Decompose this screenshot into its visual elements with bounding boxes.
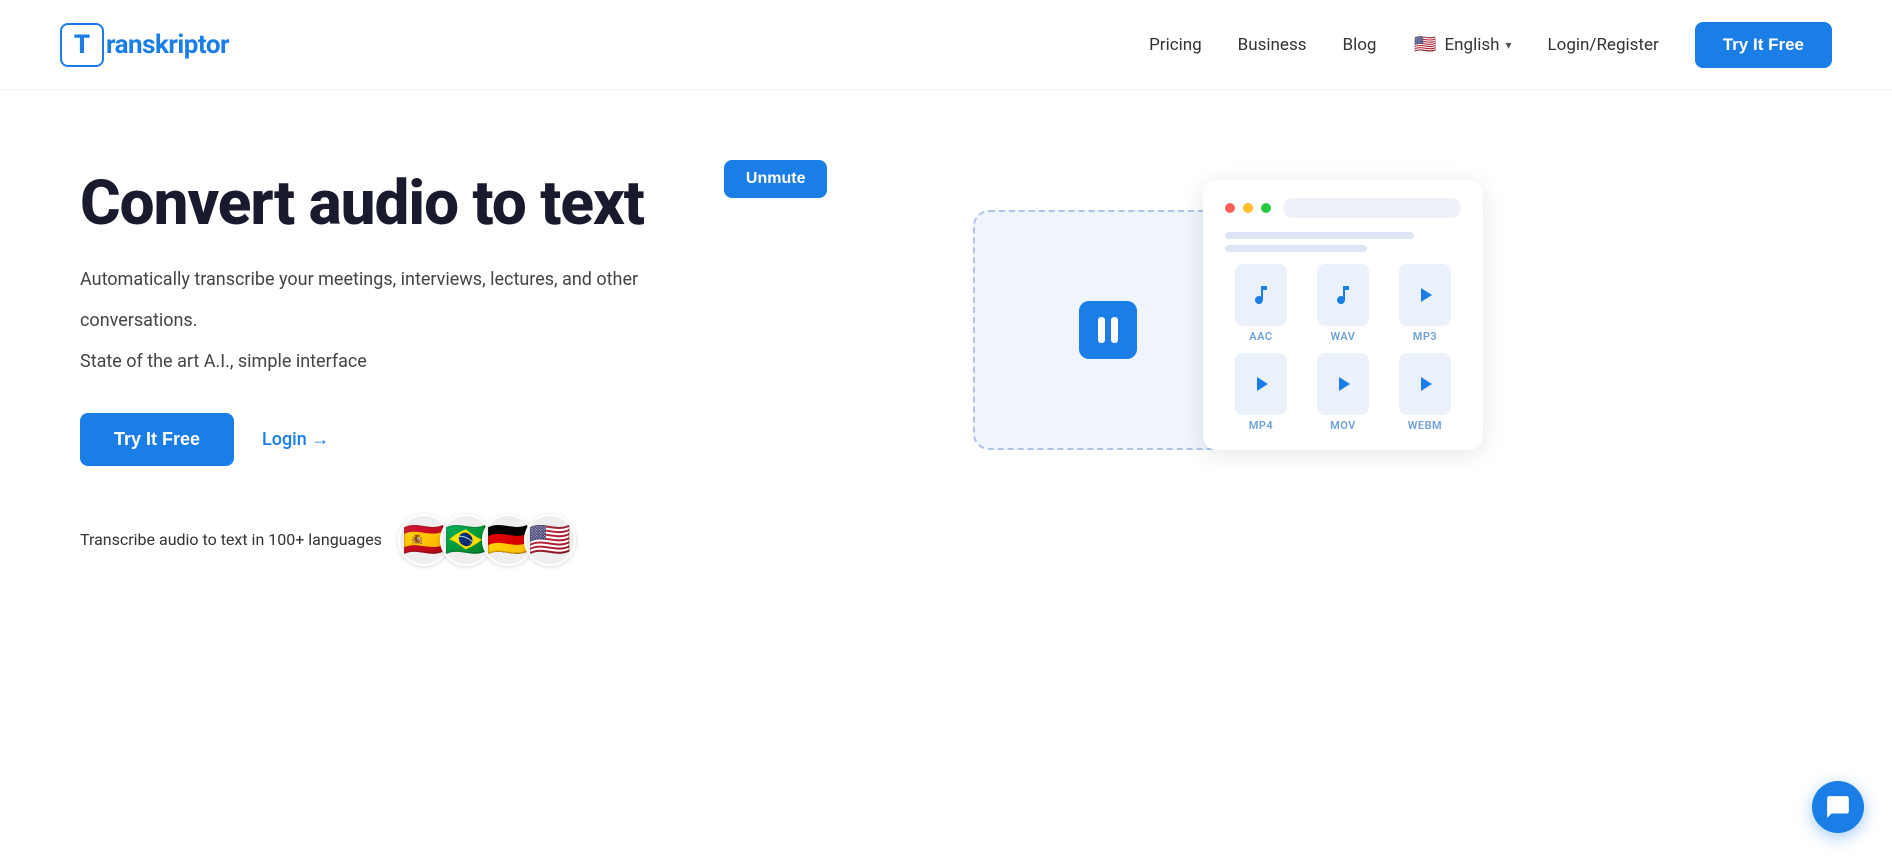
mov-icon	[1317, 353, 1369, 415]
webm-label: WEBM	[1408, 419, 1442, 432]
format-mp4: MP4	[1225, 353, 1297, 432]
hero-subtitle1: Automatically transcribe your meetings, …	[80, 266, 644, 295]
hero-illustration: Unmute	[644, 150, 1812, 450]
chat-icon	[1825, 794, 1851, 820]
pause-icon	[1098, 317, 1118, 343]
flags-group: 🇪🇸 🇧🇷 🇩🇪 🇺🇸	[398, 514, 576, 566]
formats-text-lines	[1225, 232, 1461, 252]
hero-subtitle2: conversations.	[80, 307, 644, 336]
mp3-label: MP3	[1413, 330, 1437, 343]
browser-dot-red	[1225, 203, 1235, 213]
nav-blog[interactable]: Blog	[1343, 35, 1377, 55]
nav-pricing[interactable]: Pricing	[1149, 35, 1202, 55]
logo-text: ranskriptor	[106, 30, 229, 60]
play-icon-mp3	[1413, 283, 1437, 307]
mp4-label: MP4	[1249, 419, 1273, 432]
play-icon-mov	[1331, 372, 1355, 396]
header: T ranskriptor Pricing Business Blog 🇺🇸 E…	[0, 0, 1892, 90]
chevron-down-icon: ▾	[1505, 38, 1511, 52]
languages-row: Transcribe audio to text in 100+ languag…	[80, 514, 644, 566]
logo-icon: T	[60, 23, 104, 67]
format-mp3: MP3	[1389, 264, 1461, 343]
browser-search-bar	[1283, 198, 1461, 218]
flag-usa: 🇺🇸	[524, 514, 576, 566]
hero-title: Convert audio to text	[80, 170, 644, 238]
aac-label: AAC	[1249, 330, 1272, 343]
logo[interactable]: T ranskriptor	[60, 23, 229, 67]
format-aac: AAC	[1225, 264, 1297, 343]
wav-label: WAV	[1330, 330, 1355, 343]
formats-grid: AAC WAV MP3	[1225, 264, 1461, 432]
pause-bar-left	[1098, 317, 1105, 343]
wav-icon	[1317, 264, 1369, 326]
language-label: English	[1444, 35, 1499, 55]
mov-label: MOV	[1330, 419, 1356, 432]
play-icon-webm	[1413, 372, 1437, 396]
format-mov: MOV	[1307, 353, 1379, 432]
hero-section: Convert audio to text Automatically tran…	[0, 90, 1892, 606]
browser-dot-green	[1261, 203, 1271, 213]
login-link-hero[interactable]: Login →	[262, 429, 329, 450]
unmute-button[interactable]: Unmute	[724, 160, 828, 198]
us-flag-icon: 🇺🇸	[1412, 32, 1438, 58]
text-line-2	[1225, 245, 1367, 252]
hero-left: Convert audio to text Automatically tran…	[80, 150, 644, 566]
hero-buttons: Try It Free Login →	[80, 413, 644, 466]
format-webm: WEBM	[1389, 353, 1461, 432]
logo-letter: T	[74, 32, 90, 58]
nav: Pricing Business Blog 🇺🇸 English ▾ Login…	[1149, 22, 1832, 68]
hero-subtitle3: State of the art A.I., simple interface	[80, 348, 644, 377]
webm-icon	[1399, 353, 1451, 415]
try-it-free-button-header[interactable]: Try It Free	[1695, 22, 1832, 68]
format-wav: WAV	[1307, 264, 1379, 343]
lang-text: Transcribe audio to text in 100+ languag…	[80, 530, 382, 549]
pause-bar-right	[1111, 317, 1118, 343]
formats-card: AAC WAV MP3	[1203, 180, 1483, 450]
pause-button[interactable]	[1079, 301, 1137, 359]
language-selector[interactable]: 🇺🇸 English ▾	[1412, 32, 1511, 58]
music-note-icon-wav	[1331, 283, 1355, 307]
chat-bubble-button[interactable]	[1812, 781, 1864, 833]
text-line-1	[1225, 232, 1414, 239]
browser-bar	[1225, 198, 1461, 218]
aac-icon	[1235, 264, 1287, 326]
browser-dot-yellow	[1243, 203, 1253, 213]
mp3-icon	[1399, 264, 1451, 326]
login-register-link[interactable]: Login/Register	[1548, 35, 1659, 55]
mp4-icon	[1235, 353, 1287, 415]
music-note-icon	[1249, 283, 1273, 307]
try-it-free-button-hero[interactable]: Try It Free	[80, 413, 234, 466]
play-icon-mp4	[1249, 372, 1273, 396]
nav-business[interactable]: Business	[1238, 35, 1307, 55]
